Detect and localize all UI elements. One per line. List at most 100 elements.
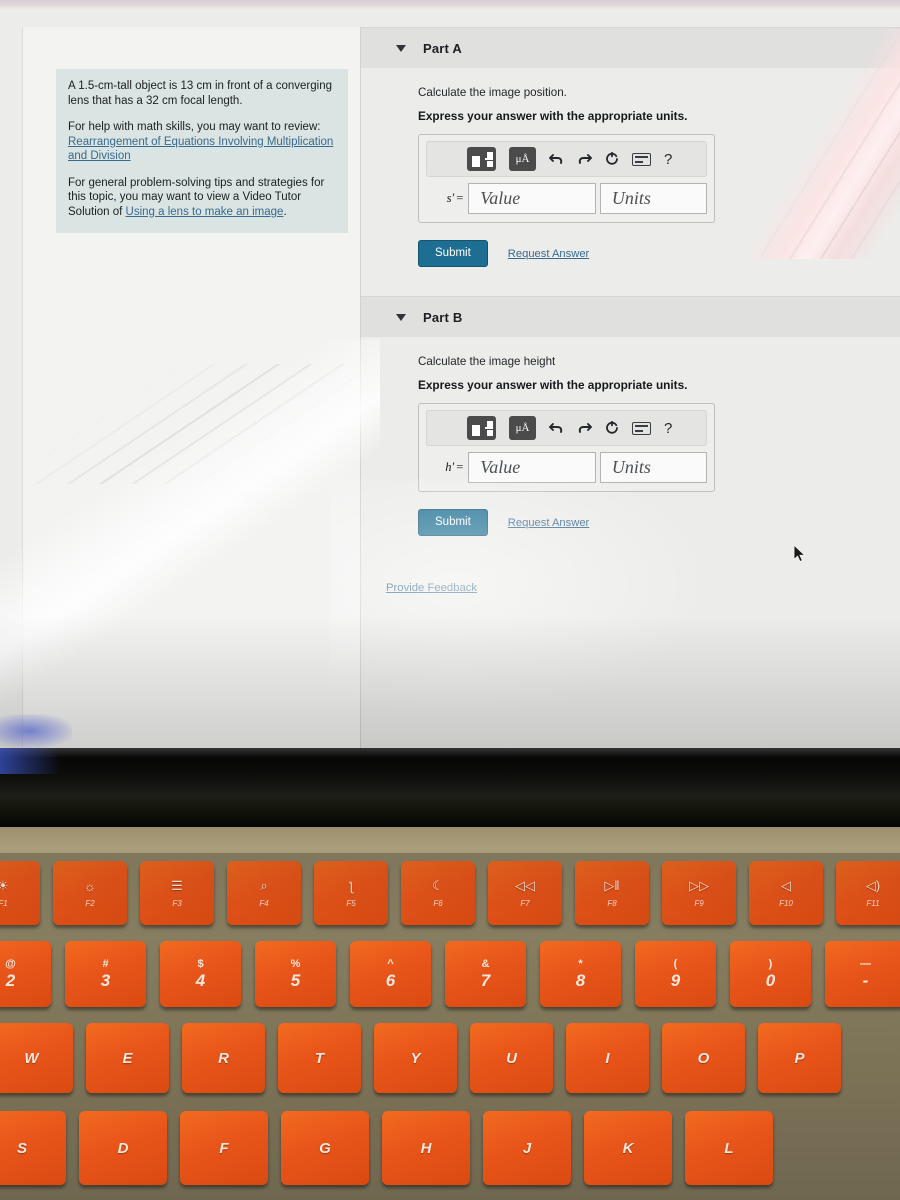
bezel-gloss (0, 748, 900, 758)
part-b-instruction: Express your answer with the appropriate… (418, 378, 688, 392)
part-b-units-input[interactable]: Units (599, 452, 708, 483)
key-t[interactable]: T (278, 1023, 361, 1093)
key-g[interactable]: G (281, 1111, 369, 1185)
key-k-glyph: K (622, 1139, 634, 1157)
key-r[interactable]: R (182, 1023, 265, 1093)
redo-arrow-icon[interactable] (577, 152, 592, 166)
key-w-glyph: W (24, 1049, 39, 1067)
key-e-glyph: E (122, 1049, 133, 1067)
key-8[interactable]: * 8 (540, 941, 621, 1007)
brightness-down-key-glyph: ☀ (0, 878, 9, 893)
play-pause-key[interactable]: ▷‖ F8 (575, 861, 649, 925)
help-icon[interactable]: ? (664, 151, 672, 168)
volume-down-key[interactable]: ◁) F11 (836, 861, 900, 925)
keyboard-icon[interactable] (632, 421, 651, 435)
reset-circle-icon[interactable] (605, 421, 619, 435)
video-tutor-link[interactable]: Using a lens to make an image (126, 206, 284, 218)
undo-arrow-icon[interactable] (549, 421, 564, 435)
key-3[interactable]: #3 (65, 941, 146, 1007)
units-icon[interactable]: μÅ (509, 147, 536, 171)
key-d[interactable]: D (79, 1111, 167, 1185)
play-pause-key-label: F8 (607, 899, 617, 908)
key-4[interactable]: $4 (160, 941, 241, 1007)
redo-arrow-icon[interactable] (577, 421, 592, 435)
bezel-blue-reflection (0, 748, 60, 774)
part-a-header[interactable]: Part A (361, 27, 900, 68)
spotlight-search-key[interactable]: ⌕ F4 (227, 861, 301, 925)
key-0-glyph: 0 (765, 970, 776, 990)
units-icon[interactable]: μÅ (509, 416, 536, 440)
brightness-up-key[interactable]: ☼ F2 (53, 861, 127, 925)
key-f[interactable]: F (180, 1111, 268, 1185)
key-7-shift-glyph: & (481, 957, 490, 970)
fast-forward-key[interactable]: ▷▷ F9 (662, 861, 736, 925)
key-o[interactable]: O (662, 1023, 745, 1093)
key-h[interactable]: H (382, 1111, 470, 1185)
keyboard-number-row: @2 #3 $4% 5 ^ 6 & 7 * 8(9) 0— - (0, 941, 900, 1007)
key-u[interactable]: U (470, 1023, 553, 1093)
key-hyphen[interactable]: — - (825, 941, 900, 1007)
part-a-request-answer-link[interactable]: Request Answer (508, 248, 589, 260)
fast-forward-key-label: F9 (694, 899, 704, 908)
key-w[interactable]: W (0, 1023, 73, 1093)
key-l-glyph: L (724, 1139, 734, 1157)
part-b-header[interactable]: Part B (361, 296, 900, 337)
key-i[interactable]: I (566, 1023, 649, 1093)
key-j[interactable]: J (483, 1111, 571, 1185)
part-b-submit-button[interactable]: Submit (418, 509, 488, 536)
key-6[interactable]: ^ 6 (350, 941, 431, 1007)
key-k[interactable]: K (584, 1111, 672, 1185)
laptop-keyboard: ☀F1☼F2☰F3⌕F4ƪF5☾F6◁◁F7▷‖F8▷▷F9◁F10◁)F11 … (0, 853, 900, 1200)
keyboard-icon[interactable] (632, 152, 651, 166)
key-t-glyph: T (314, 1049, 325, 1067)
provide-feedback-link[interactable]: Provide Feedback (386, 582, 477, 594)
key-2[interactable]: @2 (0, 941, 51, 1007)
key-u-glyph: U (506, 1049, 517, 1067)
undo-arrow-icon[interactable] (549, 152, 564, 166)
math-template-icon[interactable] (467, 416, 496, 440)
key-f-glyph: F (219, 1139, 229, 1157)
math-help-link[interactable]: Rearrangement of Equations Involving Mul… (68, 136, 333, 163)
do-not-disturb-key[interactable]: ☾ F6 (401, 861, 475, 925)
key-e[interactable]: E (86, 1023, 169, 1093)
part-b-request-answer-link[interactable]: Request Answer (508, 517, 589, 529)
mission-control-key[interactable]: ☰ F3 (140, 861, 214, 925)
help-icon[interactable]: ? (664, 420, 672, 437)
question-paragraph-2: For help with math skills, you may want … (68, 120, 336, 164)
math-help-intro: For help with math skills, you may want … (68, 121, 321, 133)
laptop-screen: A 1.5-cm-tall object is 13 cm in front o… (0, 0, 900, 748)
key-3-shift-glyph: # (102, 957, 109, 970)
question-paragraph-3: For general problem-solving tips and str… (68, 176, 336, 220)
key-s[interactable]: S (0, 1111, 66, 1185)
mute-key-glyph: ◁ (781, 878, 791, 893)
key-9[interactable]: (9 (635, 941, 716, 1007)
key-l[interactable]: L (685, 1111, 773, 1185)
key-y[interactable]: Y (374, 1023, 457, 1093)
reset-circle-icon[interactable] (605, 152, 619, 166)
volume-down-key-label: F11 (866, 899, 880, 908)
dictation-key[interactable]: ƪ F5 (314, 861, 388, 925)
browser-viewport: A 1.5-cm-tall object is 13 cm in front o… (0, 9, 900, 748)
brightness-down-key[interactable]: ☀ F1 (0, 861, 40, 925)
part-a-submit-button[interactable]: Submit (418, 240, 488, 267)
chevron-down-icon[interactable] (396, 44, 406, 52)
mouse-cursor-icon (793, 544, 806, 563)
key-7[interactable]: & 7 (445, 941, 526, 1007)
chevron-down-icon[interactable] (396, 313, 406, 321)
part-b-value-input[interactable]: Value (468, 452, 596, 483)
key-p-glyph: P (794, 1049, 805, 1067)
math-template-icon[interactable] (467, 147, 496, 171)
part-b-prompt: Calculate the image height (418, 355, 556, 368)
key-0[interactable]: ) 0 (730, 941, 811, 1007)
part-a-value-input[interactable]: Value (468, 183, 596, 214)
mute-key[interactable]: ◁ F10 (749, 861, 823, 925)
key-5[interactable]: % 5 (255, 941, 336, 1007)
key-s-glyph: S (16, 1139, 27, 1157)
part-a-prompt: Calculate the image position. (418, 86, 567, 99)
part-a-units-input[interactable]: Units (599, 183, 708, 214)
rewind-key[interactable]: ◁◁ F7 (488, 861, 562, 925)
key-p[interactable]: P (758, 1023, 841, 1093)
brightness-up-key-glyph: ☼ (84, 878, 96, 894)
dictation-key-label: F5 (346, 898, 356, 908)
key-9-shift-glyph: ( (673, 957, 678, 970)
